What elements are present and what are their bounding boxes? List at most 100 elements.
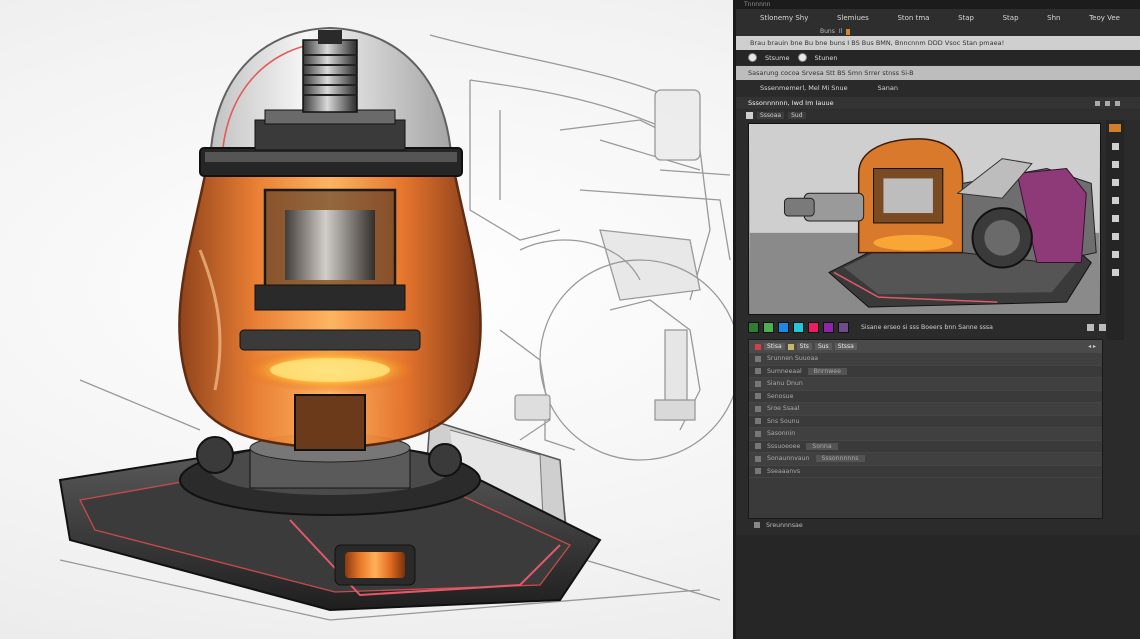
panel-name[interactable]: Sssenmemerl, Mel Mi Snue <box>760 84 848 92</box>
visibility-icon[interactable] <box>755 380 761 387</box>
layer-row[interactable]: Sroe Ssaal <box>749 403 1102 416</box>
design-app-window: Tnnnnnn Stlonemy Shy Slemiues Ston tma S… <box>733 0 1140 639</box>
visibility-icon[interactable] <box>755 393 761 400</box>
amber-vessel <box>178 173 482 451</box>
move-icon[interactable] <box>1111 197 1119 204</box>
minimize-icon[interactable] <box>1095 100 1100 106</box>
pen-icon[interactable] <box>1087 323 1094 331</box>
document-tabs: Sssoaa Sud <box>736 110 1140 120</box>
menu-item[interactable]: Ston tma <box>897 14 929 22</box>
color-chip-icon[interactable] <box>1109 124 1121 132</box>
visibility-icon[interactable] <box>755 355 761 362</box>
eraser-icon[interactable] <box>1111 233 1119 240</box>
layer-name: Sseaaanvs <box>767 467 801 475</box>
panel-name[interactable]: Sanan <box>878 84 898 92</box>
visibility-icon[interactable] <box>755 455 761 462</box>
footer-label: Sreunnnsae <box>766 521 803 529</box>
window-controls <box>1095 100 1120 106</box>
hand-icon[interactable] <box>1111 269 1119 276</box>
document-icon <box>746 111 753 119</box>
layer-tag: Sonna <box>806 442 838 450</box>
layers-tab[interactable]: Stisa <box>764 343 785 350</box>
tool-label[interactable]: Stunen <box>815 54 838 62</box>
color-swatch[interactable] <box>808 321 819 333</box>
menu-bar: Stlonemy Shy Slemiues Ston tma Stap Stap… <box>736 9 1140 27</box>
menu-item[interactable]: Teoy Vee <box>1089 14 1120 22</box>
layers-icon[interactable] <box>1111 143 1119 150</box>
tool-label[interactable]: Stsume <box>765 54 790 62</box>
layers-tab[interactable]: Sts <box>796 343 812 350</box>
visibility-icon[interactable] <box>755 430 761 437</box>
layers-tabs: Stisa Sts Sus Stssa ◂ ▸ <box>749 340 1102 353</box>
settings-toolbar-text[interactable]: Sasarung cocoa Srvesa Stt BS Smn Srrer s… <box>748 69 914 77</box>
color-swatch[interactable] <box>838 321 849 333</box>
layers-tab[interactable]: Stssa <box>834 343 857 350</box>
color-swatch[interactable] <box>748 321 759 333</box>
visibility-icon[interactable] <box>755 418 761 425</box>
visibility-icon[interactable] <box>755 468 761 475</box>
layer-tag: Sssonnnnns <box>815 455 865 463</box>
menu-item[interactable]: Stap <box>1003 14 1019 22</box>
options-toolbar-text[interactable]: Brau brauin bne Bu bne buns I BS Bus BMN… <box>750 39 1004 47</box>
brush-circle-icon[interactable] <box>797 53 807 62</box>
document-tab[interactable]: Sud <box>788 111 806 119</box>
tool-toolbar: Stsume Stunen <box>736 50 1140 65</box>
layer-name: Sssuoeoee <box>767 442 801 450</box>
layer-row[interactable]: Sumneeaal Bnrnwee <box>749 366 1102 378</box>
adjust-icon[interactable] <box>1111 161 1119 168</box>
layer-name: Sasonnin <box>767 430 796 438</box>
maximize-icon[interactable] <box>1105 100 1110 106</box>
layer-color-icon <box>755 343 761 350</box>
menu-item[interactable]: Stlonemy Shy <box>760 14 808 22</box>
layers-list: Srunnen Suuoaa Sumneeaal Bnrnwee Sianu Dn… <box>749 353 1102 478</box>
options-toolbar: Brau brauin bne Bu bne buns I BS Bus BMN… <box>736 36 1140 50</box>
settings-icon[interactable] <box>1099 323 1106 331</box>
document-header: Sssonnnnnn, Iwd Im Iauue <box>736 97 1140 109</box>
title-bar: Tnnnnnn <box>736 0 1140 9</box>
visibility-icon[interactable] <box>755 405 761 412</box>
panel-arrows-icon[interactable]: ◂ ▸ <box>1088 343 1096 350</box>
layer-row[interactable]: Srunnen Suuoaa <box>749 353 1102 366</box>
layer-row[interactable]: Senosue <box>749 391 1102 403</box>
layer-row[interactable]: Sssuoeoee Sonna <box>749 441 1102 453</box>
swatch-caption: Sisane erseo si sss Boeers bnn Sanne sss… <box>861 323 993 331</box>
color-swatch[interactable] <box>793 321 804 333</box>
visibility-icon[interactable] <box>755 368 761 375</box>
glass-dome <box>199 26 463 177</box>
layer-tag: Bnrnwee <box>807 367 847 375</box>
color-swatch[interactable] <box>823 321 834 333</box>
swatch-tools <box>1087 323 1106 331</box>
close-icon[interactable] <box>1115 100 1120 106</box>
canvas-viewport[interactable] <box>748 123 1101 315</box>
brush-circle-icon[interactable] <box>748 53 757 62</box>
stamp-icon[interactable] <box>1111 215 1119 222</box>
visibility-icon[interactable] <box>755 443 761 450</box>
empty-panel-area <box>736 535 1140 639</box>
sub-tabs: Buns Il <box>736 27 1140 36</box>
layer-row[interactable]: Sns Sounu <box>749 416 1102 428</box>
layer-name: Sns Sounu <box>767 417 800 425</box>
bucket-icon[interactable] <box>1111 251 1119 258</box>
color-swatch[interactable] <box>778 321 789 333</box>
layer-row[interactable]: Sasonnin <box>749 428 1102 441</box>
sub-tab[interactable]: Il <box>839 28 842 35</box>
sub-tab[interactable]: Buns <box>820 28 835 35</box>
layer-row[interactable]: Sseaaanvs <box>749 466 1102 478</box>
document-tab[interactable]: Sssoaa <box>757 111 785 119</box>
right-tool-rail <box>1106 120 1124 340</box>
swatch-bar: Sisane erseo si sss Boeers bnn Sanne sss… <box>748 320 1106 334</box>
screen: Tnnnnnn Stlonemy Shy Slemiues Ston tma S… <box>0 0 1140 639</box>
text-icon[interactable] <box>1111 179 1119 186</box>
layer-name: Sumneeaal <box>767 367 802 375</box>
visibility-icon[interactable] <box>754 522 760 528</box>
layer-row[interactable]: Sianu Dnun <box>749 378 1102 391</box>
menu-item[interactable]: Shn <box>1047 14 1060 22</box>
menu-item[interactable]: Stap <box>958 14 974 22</box>
menu-item[interactable]: Slemiues <box>837 14 869 22</box>
layers-tab[interactable]: Sus <box>814 343 832 350</box>
layer-row[interactable]: Sonaunnvaun Sssonnnnns <box>749 453 1102 466</box>
settings-toolbar: Sasarung cocoa Srvesa Stt BS Smn Srrer s… <box>736 66 1140 80</box>
layer-name: Senosue <box>767 392 794 400</box>
color-swatch[interactable] <box>763 321 774 333</box>
layer-color-icon <box>787 343 794 350</box>
